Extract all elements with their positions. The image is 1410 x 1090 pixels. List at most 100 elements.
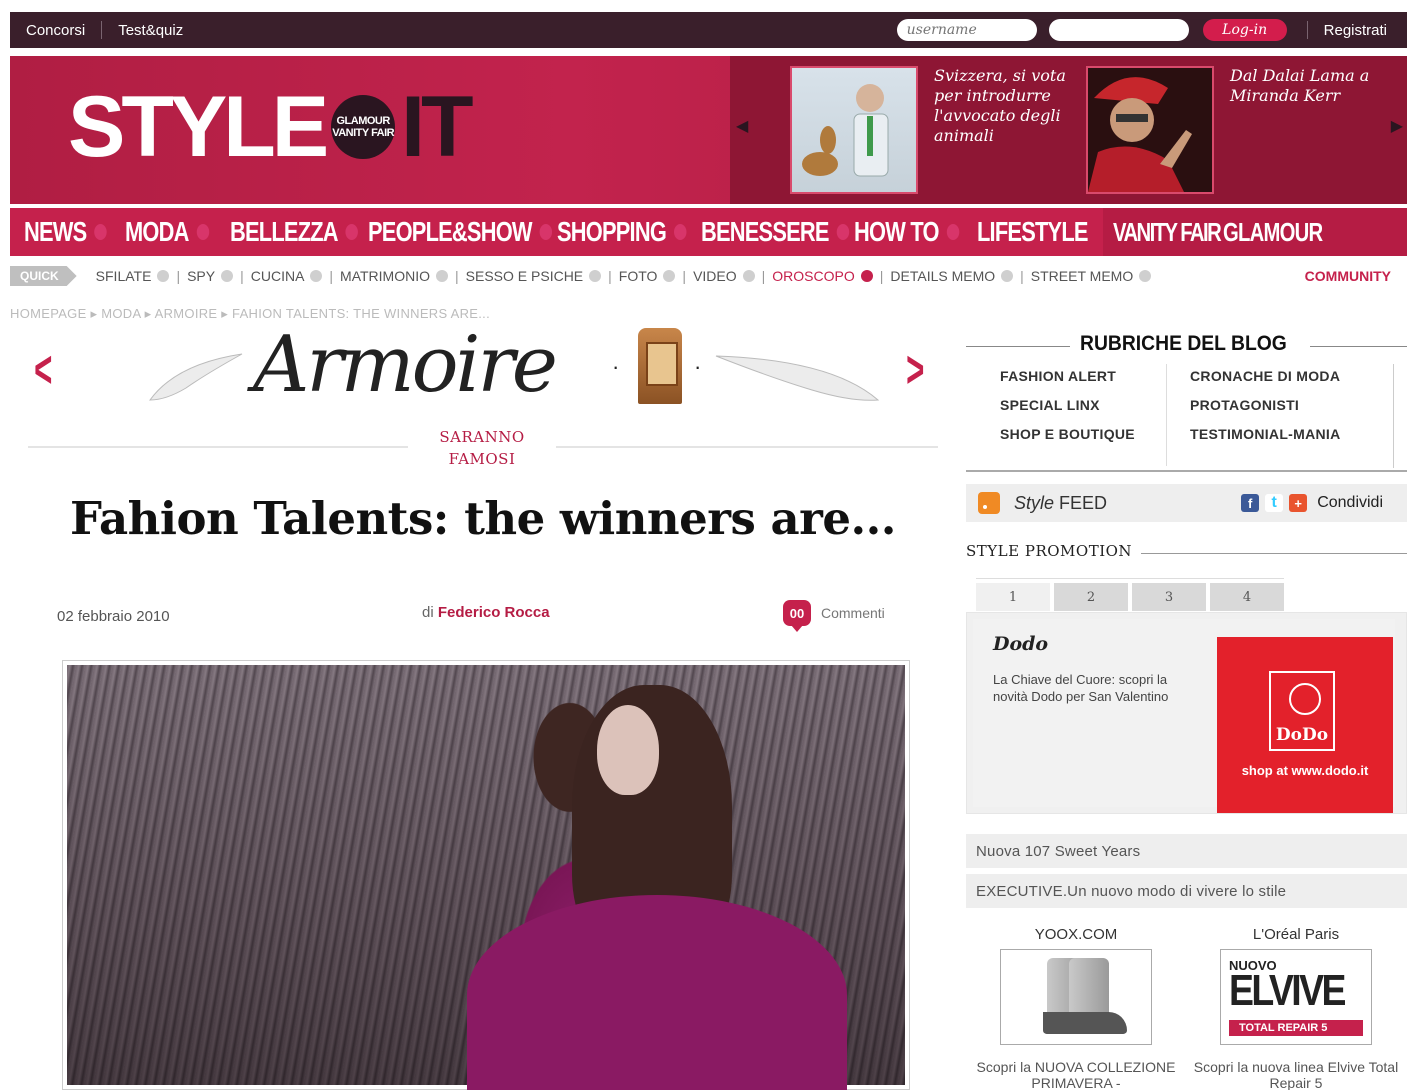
subnav-oroscopo[interactable]: OROSCOPO <box>765 268 879 284</box>
next-arrow-icon[interactable]: > <box>906 340 924 400</box>
circle-icon <box>1139 270 1152 282</box>
nav-moda[interactable]: MODA <box>125 216 209 248</box>
rss-icon[interactable] <box>978 492 1000 514</box>
nav-news[interactable]: NEWS <box>24 216 107 248</box>
nav-people-show[interactable]: PEOPLE&SHOW <box>368 216 553 248</box>
subnav-sesso-e-psiche[interactable]: SESSO E PSICHE <box>459 268 608 284</box>
sponsored-link[interactable]: EXECUTIVE.Un nuovo modo di vivere lo sti… <box>966 874 1407 908</box>
subnav-video[interactable]: VIDEO <box>686 268 762 284</box>
article-author: di Federico Rocca <box>422 604 550 621</box>
feather-decoration-icon <box>715 355 880 401</box>
style-feed-link[interactable]: Style FEED <box>1014 493 1107 514</box>
sub-navigation: QUICK SFILATE | SPY | CUCINA | MATRIMONIO | … <box>10 262 1407 290</box>
register-link[interactable]: Registrati <box>1308 22 1407 39</box>
promotion-tab-3[interactable]: 3 <box>1132 583 1206 611</box>
promo-thumbnail <box>790 66 918 194</box>
nav-dot-icon <box>345 224 359 240</box>
promotion-description: La Chiave del Cuore: scopri la novità Do… <box>993 672 1169 704</box>
armoire-banner: < Armoire · · > <box>34 320 925 410</box>
circle-icon <box>1001 270 1014 282</box>
circle-icon <box>742 270 755 282</box>
rubrica-link[interactable]: PROTAGONISTI <box>1190 397 1390 413</box>
boot-image <box>1061 956 1131 1040</box>
sponsored-link[interactable]: Nuova 107 Sweet Years <box>966 834 1407 868</box>
subnav-matrimonio[interactable]: MATRIMONIO <box>333 268 455 284</box>
promo-thumbnail <box>1086 66 1214 194</box>
promotion-tab-4[interactable]: 4 <box>1210 583 1284 611</box>
rubrica-link[interactable]: FASHION ALERT <box>1000 368 1190 384</box>
ad-product-image: NUOVO ELVIVE TOTAL REPAIR 5 <box>1220 949 1372 1045</box>
rubrica-link[interactable]: SHOP E BOUTIQUE <box>1000 426 1190 442</box>
logo-it-text: IT <box>401 79 473 175</box>
style-promotion-header: STYLE PROMOTION <box>966 542 1407 561</box>
rubriche-header: RUBRICHE DEL BLOG <box>966 330 1407 360</box>
ad-product-image <box>1000 949 1152 1045</box>
circle-icon <box>436 270 449 282</box>
password-input[interactable] <box>1048 19 1189 41</box>
article-date: 02 febbraio 2010 <box>57 608 170 625</box>
dodo-ad-banner[interactable]: DoDo shop at www.dodo.it <box>1217 637 1393 813</box>
login-button[interactable]: Log-in <box>1202 19 1287 41</box>
nav-how-to[interactable]: HOW TO <box>854 216 959 248</box>
nav-benessere[interactable]: BENESSERE <box>701 216 849 248</box>
man-with-dog-image <box>802 84 889 177</box>
logo-badge: GLAMOUR VANITY FAIR <box>331 95 396 159</box>
article-photo[interactable] <box>62 660 910 1090</box>
comments-link[interactable]: 00 Commenti <box>783 600 885 632</box>
test-quiz-link[interactable]: Test&quiz <box>102 22 199 39</box>
author-link[interactable]: Federico Rocca <box>438 604 550 621</box>
facebook-icon[interactable]: f <box>1241 494 1260 512</box>
rubriche-list: FASHION ALERT CRONACHE DI MODA SPECIAL L… <box>1000 368 1390 442</box>
nav-glamour[interactable]: GLAMOUR <box>1223 217 1323 248</box>
circle-icon <box>310 270 323 282</box>
circle-icon <box>663 270 676 282</box>
nav-dot-icon <box>196 224 209 240</box>
nav-bellezza[interactable]: BELLEZZA <box>230 216 359 248</box>
comment-bubble-icon: 00 <box>783 600 811 632</box>
feather-decoration-icon <box>149 353 243 401</box>
concorsi-link[interactable]: Concorsi <box>10 22 101 39</box>
carousel-next-icon[interactable]: ▶ <box>1391 116 1403 136</box>
subnav-foto[interactable]: FOTO <box>612 268 683 284</box>
rubrica-link[interactable]: CRONACHE DI MODA <box>1190 368 1390 384</box>
carousel-prev-icon[interactable]: ◀ <box>736 116 748 136</box>
promotion-panel: Dodo La Chiave del Cuore: scopri la novi… <box>966 612 1407 814</box>
subnav-spy[interactable]: SPY <box>180 268 240 284</box>
nav-lifestyle[interactable]: LIFESTYLE <box>977 216 1088 248</box>
nav-shopping[interactable]: SHOPPING <box>557 216 687 248</box>
promotion-brand[interactable]: Dodo <box>993 633 1048 655</box>
chevron-down-icon <box>860 270 873 282</box>
share-link[interactable]: Condividi <box>1317 494 1383 512</box>
username-input[interactable] <box>896 19 1037 41</box>
style-promotion-title: STYLE PROMOTION <box>966 542 1133 560</box>
share-icon[interactable]: + <box>1289 494 1308 512</box>
quick-label: QUICK <box>10 266 77 286</box>
header-promo-item[interactable]: Dal Dalai Lama a Miranda Kerr <box>1086 66 1370 194</box>
subnav-cucina[interactable]: CUCINA <box>244 268 330 284</box>
subnav-street-memo[interactable]: STREET MEMO <box>1024 268 1158 284</box>
rubrica-link[interactable]: SPECIAL LINX <box>1000 397 1190 413</box>
section-label[interactable]: SARANNO FAMOSI <box>410 426 554 470</box>
subnav-sfilate[interactable]: SFILATE <box>89 268 177 284</box>
twitter-icon[interactable]: t <box>1265 494 1284 512</box>
ad-yoox[interactable]: YOOX.COM Scopri la NUOVA COLLEZIONE PRIM… <box>966 926 1186 1090</box>
promotion-tab-2[interactable]: 2 <box>1054 583 1128 611</box>
rubriche-scrollbar[interactable] <box>1393 364 1399 468</box>
promotion-tabs: 1 2 3 4 <box>976 578 1284 611</box>
style-feed-bar: Style FEED f t + Condividi <box>966 484 1407 522</box>
rubrica-link[interactable]: TESTIMONIAL-MANIA <box>1190 426 1390 442</box>
circle-icon <box>589 270 602 282</box>
prev-arrow-icon[interactable]: < <box>34 340 52 400</box>
nav-vanity-fair[interactable]: VANITY FAIR <box>1113 217 1222 248</box>
article-title: Fahion Talents: the winners are... <box>70 492 896 545</box>
sponsored-products: YOOX.COM Scopri la NUOVA COLLEZIONE PRIM… <box>966 926 1407 1090</box>
ad-loreal[interactable]: L'Oréal Paris NUOVO ELVIVE TOTAL REPAIR … <box>1186 926 1406 1090</box>
wardrobe-icon <box>638 328 682 404</box>
promotion-tab-1[interactable]: 1 <box>976 583 1050 611</box>
community-link[interactable]: COMMUNITY <box>1305 268 1391 284</box>
ad-brand-name: L'Oréal Paris <box>1252 926 1340 943</box>
site-logo[interactable]: STYLE GLAMOUR VANITY FAIR IT <box>68 79 474 175</box>
top-login-bar: Concorsi Test&quiz Log-in Registrati <box>10 12 1407 48</box>
subnav-details-memo[interactable]: DETAILS MEMO <box>883 268 1020 284</box>
header-promo-item[interactable]: Svizzera, si vota per introdurre l'avvoc… <box>790 66 1074 194</box>
